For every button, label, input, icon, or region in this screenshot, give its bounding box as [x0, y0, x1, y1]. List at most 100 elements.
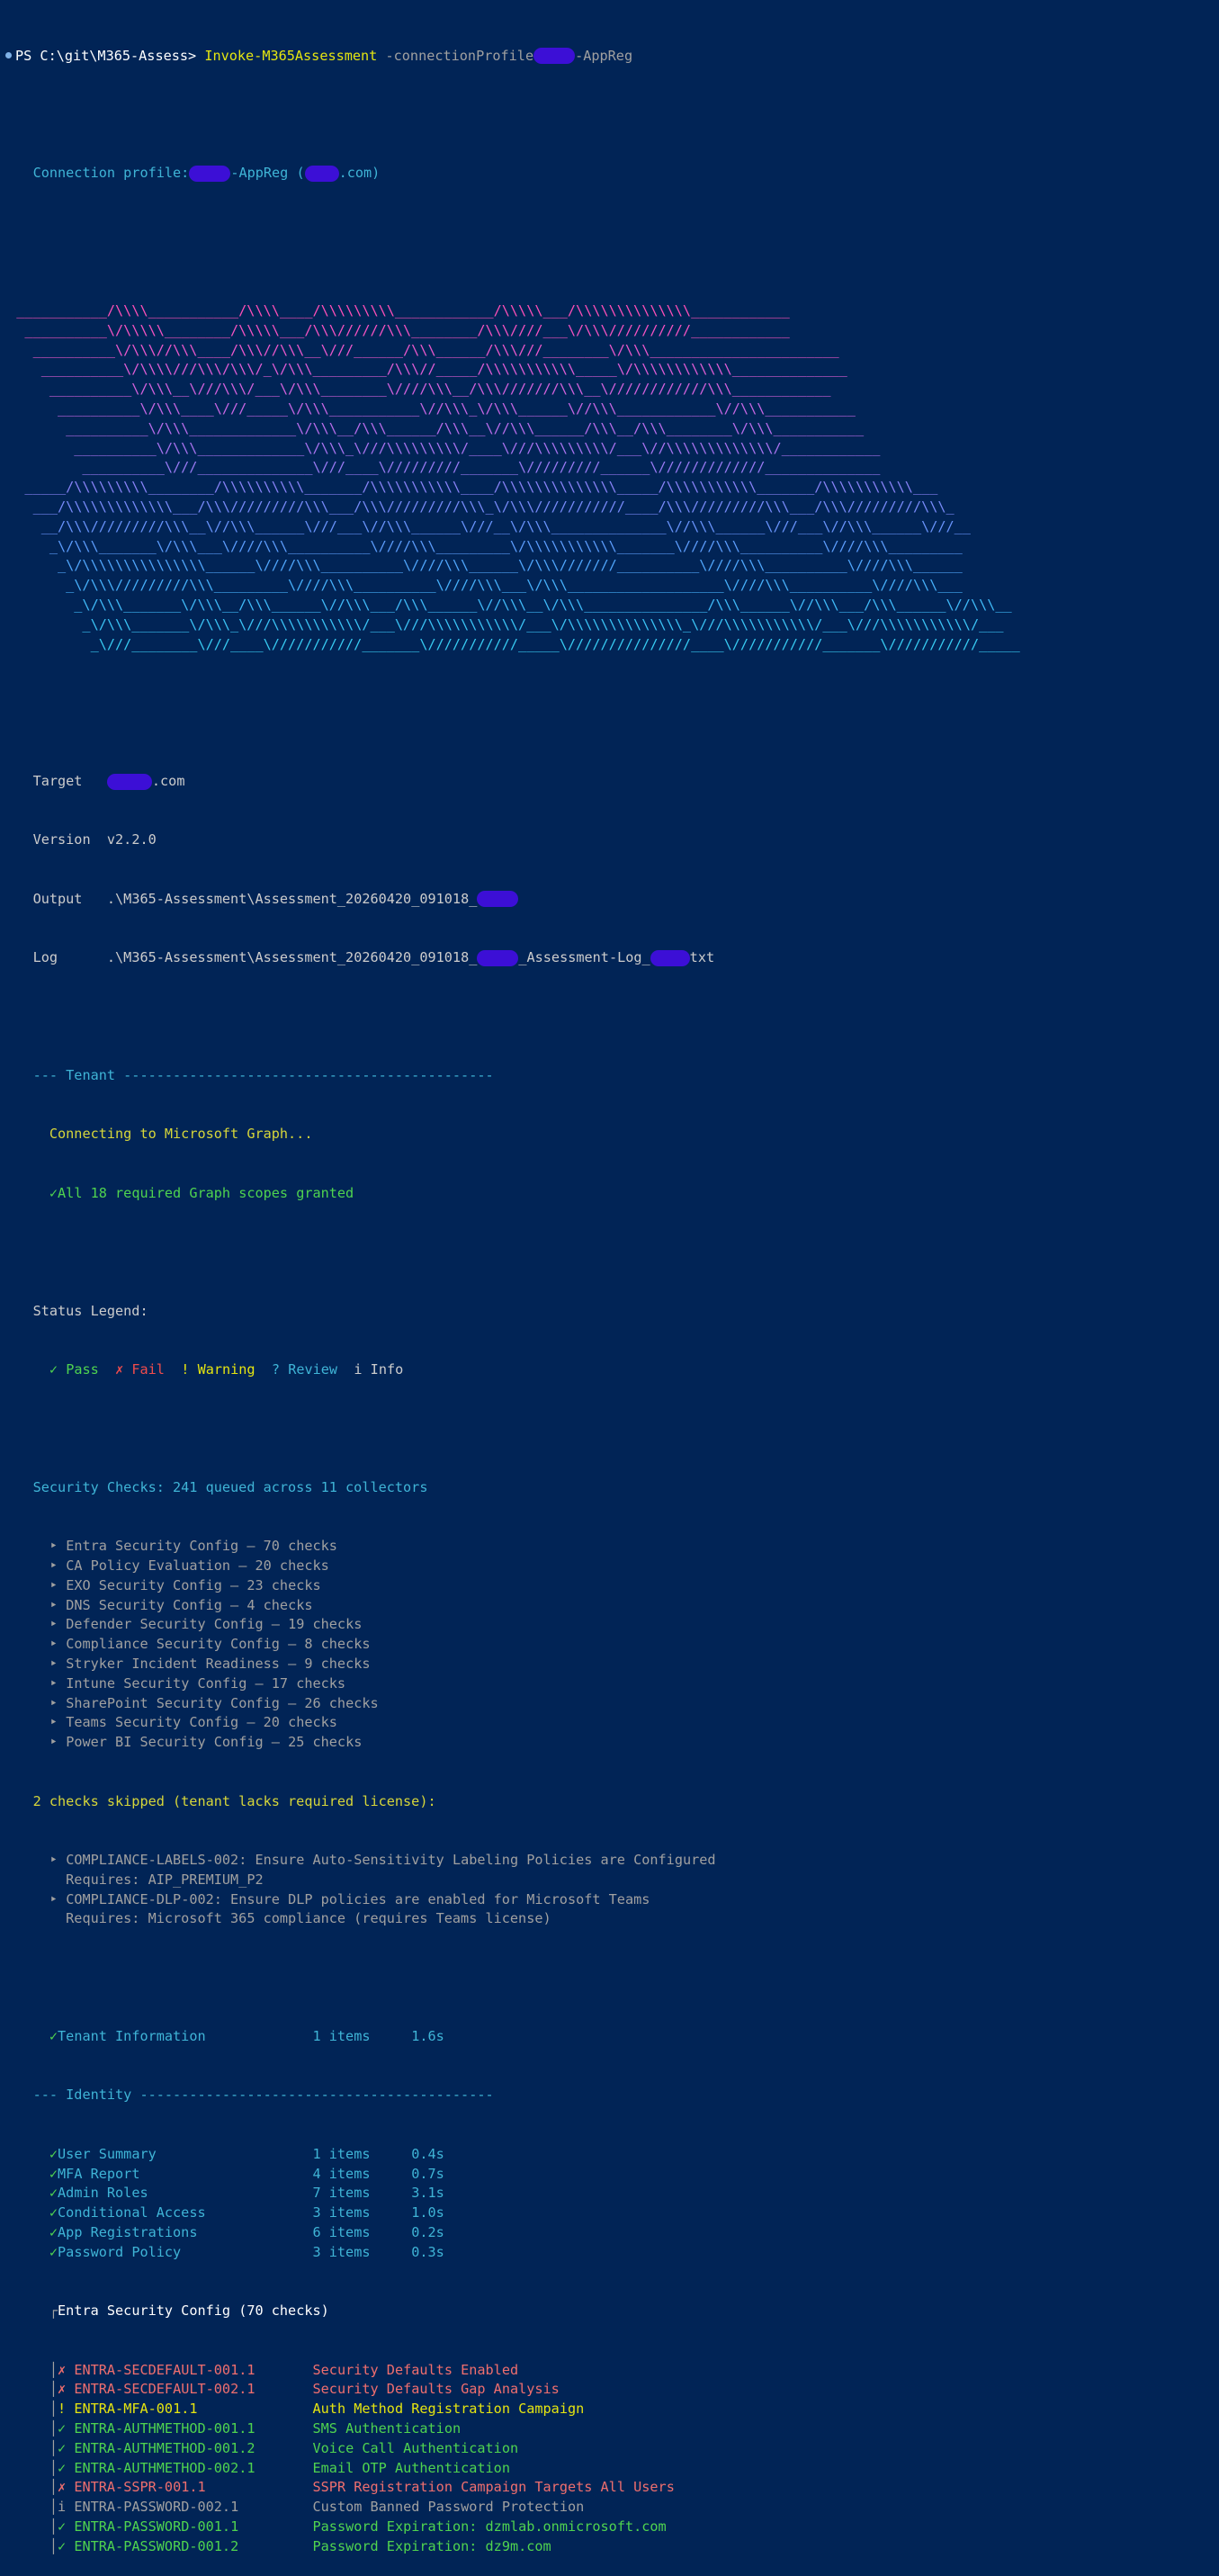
banner-line: _\/\\\_______\/\\\___\////\\\__________\…	[0, 537, 963, 554]
redacted-block: x	[650, 949, 690, 966]
banner-line: _____/\\\\\\\\\________/\\\\\\\\\\______…	[0, 479, 938, 496]
collector-item: ‣ Stryker Incident Readiness — 9 checks	[0, 1655, 1219, 1674]
entra-check-row: │! ENTRA-MFA-001.1 Auth Method Registrat…	[0, 2400, 1219, 2419]
collector-label: Stryker Incident Readiness — 9 checks	[66, 1655, 371, 1672]
banner-line: __________\/\\\__\///\\\/___\/\\\_______…	[0, 381, 831, 398]
check-icon: ✓	[49, 2224, 58, 2241]
bullet-icon: ‣	[49, 1576, 58, 1593]
tenant-section-header: --- Tenant -----------------------------…	[0, 1066, 1219, 1086]
log-path-mid: _Assessment-Log_	[518, 949, 650, 966]
collector-label: Defender Security Config — 19 checks	[66, 1616, 363, 1633]
duration: 0.4s	[411, 2145, 444, 2162]
collector-name: MFA Report	[58, 2165, 313, 2182]
bullet-icon: ‣	[49, 1636, 58, 1653]
check-description: Voice Call Authentication	[312, 2439, 519, 2456]
log-path: .\M365-Assessment\Assessment_20260420_09…	[106, 949, 478, 966]
check-id: ENTRA-MFA-001.1	[74, 2401, 313, 2418]
collector-item: ‣ Intune Security Config — 17 checks	[0, 1674, 1219, 1694]
prompt-path: PS C:\git\M365-Assess>	[15, 47, 205, 64]
connection-profile-line: Connection profile:x-AppReg (x.com)	[0, 164, 1219, 184]
collector-label: EXO Security Config — 23 checks	[66, 1576, 321, 1593]
tree-line-icon: │	[49, 2361, 58, 2378]
target-label: Target	[32, 773, 83, 790]
collector-label: Compliance Security Config — 8 checks	[66, 1636, 371, 1653]
requirement-text: Requires: AIP_PREMIUM_P2	[66, 1871, 264, 1888]
tree-line-icon: │	[49, 2479, 58, 2496]
identity-list: ✓User Summary 1 items 0.4s ✓MFA Report 4…	[0, 2145, 1219, 2263]
skipped-id: COMPLIANCE-LABELS-002: Ensure Auto-Sensi…	[66, 1851, 716, 1868]
banner-line: __________\/\\\\\________/\\\\\___/\\\//…	[0, 321, 790, 338]
collector-label: DNS Security Config — 4 checks	[66, 1596, 313, 1613]
legend-pass-label: Pass	[66, 1360, 99, 1378]
redacted-block: x	[189, 165, 231, 182]
collector-item: ‣ EXO Security Config — 23 checks	[0, 1576, 1219, 1596]
info-icon: i	[58, 2499, 67, 2516]
bullet-icon: ‣	[49, 1714, 58, 1731]
legend-warning: ! Warning	[181, 1361, 255, 1378]
target-line: Target x.com	[0, 772, 1219, 792]
prompt-line: PS C:\git\M365-Assess> Invoke-M365Assess…	[0, 47, 1219, 67]
bullet-icon: ‣	[49, 1655, 58, 1672]
duration: 1.0s	[411, 2204, 444, 2221]
check-icon: ✓	[49, 2185, 58, 2202]
collector-item: ‣ Teams Security Config — 20 checks	[0, 1713, 1219, 1733]
tree-corner-icon: ┌	[49, 2302, 58, 2320]
banner-line: __________\/\\\_____________\/\\\__/\\\_…	[0, 419, 865, 436]
collector-result-row: ✓Password Policy 3 items 0.3s	[0, 2243, 1219, 2263]
banner-line: __________\/\\\\///\\\/\\\/_\/\\\_______…	[0, 361, 847, 378]
collector-item: ‣ Power BI Security Config — 25 checks	[0, 1733, 1219, 1753]
entra-check-row: │✓ ENTRA-PASSWORD-001.2 Password Expirat…	[0, 2537, 1219, 2557]
check-icon: ✓	[49, 2204, 58, 2221]
entra-check-row: │✗ ENTRA-SECDEFAULT-001.1 Security Defau…	[0, 2361, 1219, 2381]
bullet-icon: ‣	[49, 1538, 58, 1555]
item-count: 3 items	[312, 2243, 412, 2260]
tree-line-icon: │	[49, 2499, 58, 2516]
collector-name: Password Policy	[58, 2243, 313, 2260]
collector-label: Intune Security Config — 17 checks	[66, 1674, 346, 1692]
entra-check-row: │✗ ENTRA-SECDEFAULT-002.1 Security Defau…	[0, 2380, 1219, 2400]
info-icon: i	[354, 1360, 363, 1378]
check-description: Email OTP Authentication	[312, 2459, 510, 2476]
check-collector-list: ‣ Entra Security Config — 70 checks ‣ CA…	[0, 1537, 1219, 1753]
tree-line-icon: │	[49, 2518, 58, 2535]
redacted-block: x	[477, 949, 519, 966]
legend-pass: ✓ Pass	[49, 1361, 99, 1378]
check-icon: ✓	[58, 2459, 67, 2476]
banner-line: __________\/\\\____\///_____\/\\\_______…	[0, 399, 856, 417]
tree-line-icon: │	[49, 2401, 58, 2418]
collector-result-row: ✓Tenant Information 1 items 1.6s	[0, 2027, 1219, 2047]
cross-icon: ✗	[115, 1360, 124, 1378]
item-count: 6 items	[312, 2224, 412, 2241]
ascii-banner: ___________/\\\\___________/\\\\____/\\\…	[0, 301, 1219, 654]
collector-result-row: ✓User Summary 1 items 0.4s	[0, 2145, 1219, 2165]
banner-line: _\/\\\_______\/\\\_\///\\\\\\\\\\\/___\/…	[0, 615, 1004, 633]
command-param-suffix: -AppReg	[575, 47, 633, 64]
collector-label: CA Policy Evaluation — 20 checks	[66, 1557, 329, 1574]
entra-check-row: │i ENTRA-PASSWORD-002.1 Custom Banned Pa…	[0, 2498, 1219, 2518]
collector-name: Conditional Access	[58, 2204, 313, 2221]
check-description: Password Expiration: dz9m.com	[312, 2537, 551, 2554]
check-description: Security Defaults Enabled	[312, 2361, 519, 2378]
collector-label: SharePoint Security Config — 26 checks	[66, 1694, 379, 1711]
cross-icon: ✗	[58, 2361, 67, 2378]
skipped-item: ‣ COMPLIANCE-DLP-002: Ensure DLP policie…	[0, 1890, 1219, 1910]
checks-header-text: Security Checks: 241 queued across 11 co…	[32, 1478, 428, 1495]
collector-name: App Registrations	[58, 2224, 313, 2241]
check-description: Security Defaults Gap Analysis	[312, 2381, 560, 2398]
bullet-icon: ‣	[49, 1851, 58, 1868]
collector-item: ‣ SharePoint Security Config — 26 checks	[0, 1694, 1219, 1714]
bullet-icon: ‣	[49, 1596, 58, 1613]
tree-line-icon: │	[49, 2439, 58, 2456]
check-id: ENTRA-AUTHMETHOD-001.1	[74, 2420, 313, 2437]
item-count: 1 items	[312, 2145, 412, 2162]
collector-item: ‣ CA Policy Evaluation — 20 checks	[0, 1557, 1219, 1576]
tree-line-icon: │	[49, 2381, 58, 2398]
check-icon: ✓	[58, 2420, 67, 2437]
log-label: Log	[32, 949, 58, 966]
check-description: Custom Banned Password Protection	[312, 2499, 585, 2516]
skipped-requirement: Requires: Microsoft 365 compliance (requ…	[0, 1909, 1219, 1929]
bullet-icon: ‣	[49, 1557, 58, 1574]
banner-line: __/\\\/////////\\\__\//\\\______\///___\…	[0, 517, 971, 534]
banner-line: __________\///______________\///____\///…	[0, 459, 881, 476]
collector-result-row: ✓Conditional Access 3 items 1.0s	[0, 2204, 1219, 2223]
